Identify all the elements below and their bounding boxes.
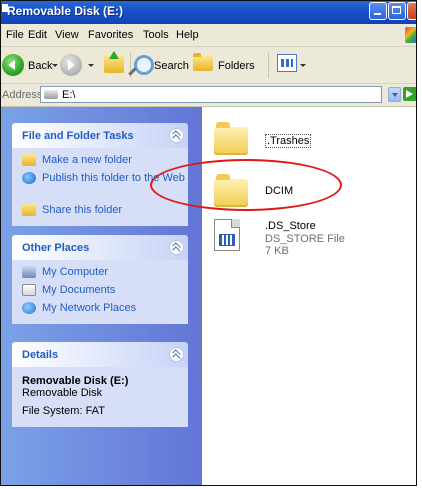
place-label: My Network Places [42, 302, 137, 314]
address-input[interactable]: E:\ [40, 86, 382, 103]
file-item-ds-store[interactable]: .DS_Store DS_STORE File 7 KB [202, 217, 417, 267]
details-item-type: Removable Disk [22, 387, 103, 399]
toolbar: Back Search Folders [0, 47, 417, 84]
search-button-label[interactable]: Search [154, 60, 189, 72]
explorer-window: Removable Disk (E:) File Edit View Favor… [0, 0, 417, 486]
details-item-name: Removable Disk (E:) [22, 375, 129, 387]
menu-favorites[interactable]: Favorites [88, 29, 133, 41]
maximize-button[interactable] [388, 2, 406, 20]
other-places-body: My Computer My Documents My Network Plac… [12, 260, 188, 324]
removable-drive-icon [44, 90, 58, 99]
menu-help[interactable]: Help [176, 29, 199, 41]
task-label: Share this folder [42, 204, 123, 216]
folders-button-label[interactable]: Folders [218, 60, 255, 72]
menu-file[interactable]: File [6, 29, 24, 41]
network-places-icon [22, 302, 36, 314]
details-body: Removable Disk (E:) Removable Disk File … [12, 367, 188, 427]
menu-bar: File Edit View Favorites Tools Help [0, 24, 417, 47]
file-name: .Trashes [265, 134, 312, 148]
address-label: Address [2, 89, 43, 101]
folder-icon [214, 122, 248, 155]
details-filesystem: File System: FAT [22, 405, 105, 417]
collapse-chevron-icon[interactable] [169, 347, 184, 362]
file-size: 7 KB [265, 245, 289, 257]
windows-logo-icon [405, 27, 417, 43]
views-icon[interactable] [277, 54, 297, 72]
title-bar[interactable]: Removable Disk (E:) [0, 0, 417, 24]
task-label: Make a new folder [42, 154, 132, 166]
address-value: E:\ [62, 89, 76, 101]
go-button-label[interactable]: Go [405, 89, 417, 101]
my-computer-icon [22, 266, 36, 278]
publish-web-icon [22, 172, 36, 184]
other-places-panel: Other Places My Computer My Documents My… [12, 235, 188, 324]
share-folder-icon [22, 204, 36, 216]
place-label: My Computer [42, 266, 109, 278]
other-places-title: Other Places [22, 242, 90, 254]
file-folder-tasks-header[interactable]: File and Folder Tasks [12, 123, 188, 148]
place-my-documents[interactable]: My Documents [12, 284, 188, 298]
back-button-icon[interactable] [2, 54, 24, 76]
search-icon[interactable] [134, 55, 154, 75]
collapse-chevron-icon[interactable] [169, 240, 184, 255]
details-panel: Details Removable Disk (E:) Removable Di… [12, 342, 188, 427]
up-folder-icon[interactable] [104, 51, 124, 73]
menu-view[interactable]: View [55, 29, 79, 41]
details-title: Details [22, 349, 59, 361]
ds-store-file-icon [214, 219, 240, 251]
forward-dropdown-icon[interactable] [88, 64, 94, 67]
close-button[interactable] [407, 2, 417, 20]
views-dropdown-icon[interactable] [300, 64, 306, 67]
file-name: .DS_Store [265, 220, 316, 232]
my-documents-icon [22, 284, 36, 296]
minimize-button[interactable] [369, 2, 387, 20]
other-places-header[interactable]: Other Places [12, 235, 188, 260]
place-label: My Documents [42, 284, 116, 296]
menu-tools[interactable]: Tools [143, 29, 169, 41]
file-type: DS_STORE File [265, 233, 345, 245]
folders-icon[interactable] [193, 53, 213, 71]
menu-edit[interactable]: Edit [28, 29, 47, 41]
window-title: Removable Disk (E:) [7, 4, 124, 18]
task-pane: File and Folder Tasks Make a new folder … [0, 107, 202, 486]
details-header[interactable]: Details [12, 342, 188, 367]
file-folder-tasks-title: File and Folder Tasks [22, 130, 134, 142]
place-my-network-places[interactable]: My Network Places [12, 302, 188, 316]
place-my-computer[interactable]: My Computer [12, 266, 188, 280]
address-bar: Address E:\ Go [0, 84, 417, 107]
toolbar-separator [268, 52, 269, 78]
task-share-folder[interactable]: Share this folder [12, 204, 188, 218]
task-make-new-folder[interactable]: Make a new folder [12, 154, 188, 168]
new-folder-icon [22, 154, 36, 166]
back-button-label[interactable]: Back [28, 60, 52, 72]
address-dropdown-button[interactable] [388, 87, 401, 102]
back-dropdown-icon[interactable] [52, 64, 58, 67]
red-highlight-ellipse [150, 159, 342, 211]
forward-button-icon[interactable] [60, 54, 82, 76]
collapse-chevron-icon[interactable] [169, 128, 184, 143]
